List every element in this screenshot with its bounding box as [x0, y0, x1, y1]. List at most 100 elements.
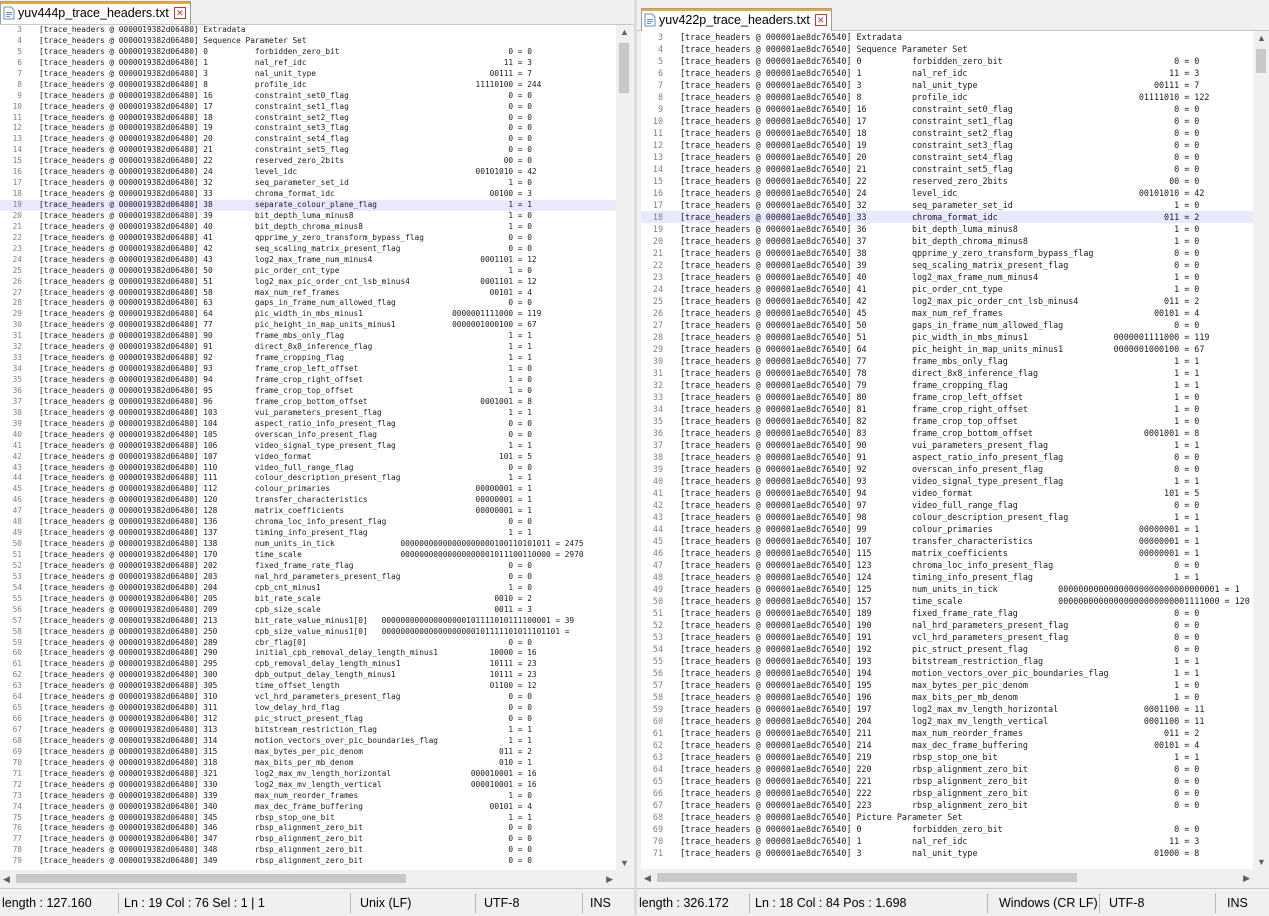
editor-line[interactable]: 44 [trace_headers @ 000001ae8dc76540] 99 … [641, 523, 1253, 535]
editor-line[interactable]: 43 [trace_headers @ 000001ae8dc76540] 98 … [641, 511, 1253, 523]
editor-line[interactable]: 60 [trace_headers @ 000001ae8dc76540] 204… [641, 715, 1253, 727]
editor-line[interactable]: 70 [trace_headers @ 0000019382d06480] 318… [0, 758, 616, 769]
editor-line[interactable]: 53 [trace_headers @ 0000019382d06480] 203… [0, 572, 616, 583]
editor-line[interactable]: 48 [trace_headers @ 000001ae8dc76540] 124… [641, 571, 1253, 583]
editor-line[interactable]: 32 [trace_headers @ 0000019382d06480] 91 … [0, 342, 616, 353]
editor-line[interactable]: 42 [trace_headers @ 000001ae8dc76540] 97 … [641, 499, 1253, 511]
editor-line[interactable]: 35 [trace_headers @ 000001ae8dc76540] 82 … [641, 415, 1253, 427]
editor-line[interactable]: 4 [trace_headers @ 000001ae8dc76540] Sequ… [641, 43, 1253, 55]
editor-line[interactable]: 39 [trace_headers @ 0000019382d06480] 104… [0, 419, 616, 430]
editor-line[interactable]: 39 [trace_headers @ 000001ae8dc76540] 92 … [641, 463, 1253, 475]
editor-line[interactable]: 59 [trace_headers @ 000001ae8dc76540] 197… [641, 703, 1253, 715]
editor-line[interactable]: 9 [trace_headers @ 0000019382d06480] 16 c… [0, 91, 616, 102]
editor-line[interactable]: 71 [trace_headers @ 000001ae8dc76540] 3 n… [641, 847, 1253, 859]
editor-line[interactable]: 55 [trace_headers @ 0000019382d06480] 205… [0, 594, 616, 605]
editor-line[interactable]: 47 [trace_headers @ 0000019382d06480] 128… [0, 506, 616, 517]
editor-line[interactable]: 46 [trace_headers @ 0000019382d06480] 120… [0, 495, 616, 506]
editor-line[interactable]: 26 [trace_headers @ 0000019382d06480] 51 … [0, 277, 616, 288]
editor-line[interactable]: 19 [trace_headers @ 000001ae8dc76540] 36 … [641, 223, 1253, 235]
editor-line[interactable]: 21 [trace_headers @ 000001ae8dc76540] 38 … [641, 247, 1253, 259]
editor-line[interactable]: 49 [trace_headers @ 000001ae8dc76540] 125… [641, 583, 1253, 595]
editor-line[interactable]: 17 [trace_headers @ 0000019382d06480] 32 … [0, 178, 616, 189]
editor-line[interactable]: 8 [trace_headers @ 0000019382d06480] 8 pr… [0, 80, 616, 91]
editor-line[interactable]: 36 [trace_headers @ 0000019382d06480] 95 … [0, 386, 616, 397]
editor-line[interactable]: 52 [trace_headers @ 0000019382d06480] 202… [0, 561, 616, 572]
scroll-left-icon[interactable]: ◀ [3, 874, 10, 884]
editor-line[interactable]: 48 [trace_headers @ 0000019382d06480] 136… [0, 517, 616, 528]
editor-line[interactable]: 31 [trace_headers @ 0000019382d06480] 90 … [0, 331, 616, 342]
editor-line[interactable]: 56 [trace_headers @ 000001ae8dc76540] 194… [641, 667, 1253, 679]
editor-line[interactable]: 35 [trace_headers @ 0000019382d06480] 94 … [0, 375, 616, 386]
status-eol[interactable]: Unix (LF) [360, 896, 411, 910]
editor-line[interactable]: 24 [trace_headers @ 000001ae8dc76540] 41 … [641, 283, 1253, 295]
editor-line[interactable]: 30 [trace_headers @ 0000019382d06480] 77 … [0, 320, 616, 331]
close-icon[interactable]: ✕ [814, 14, 827, 26]
editor-line[interactable]: 54 [trace_headers @ 000001ae8dc76540] 192… [641, 643, 1253, 655]
editor-line[interactable]: 12 [trace_headers @ 0000019382d06480] 19 … [0, 123, 616, 134]
editor-line[interactable]: 26 [trace_headers @ 000001ae8dc76540] 45 … [641, 307, 1253, 319]
editor-line[interactable]: 20 [trace_headers @ 0000019382d06480] 39 … [0, 211, 616, 222]
editor-line[interactable]: 66 [trace_headers @ 0000019382d06480] 312… [0, 714, 616, 725]
editor-line[interactable]: 55 [trace_headers @ 000001ae8dc76540] 193… [641, 655, 1253, 667]
editor-line[interactable]: 17 [trace_headers @ 000001ae8dc76540] 32 … [641, 199, 1253, 211]
editor-line[interactable]: 54 [trace_headers @ 0000019382d06480] 204… [0, 583, 616, 594]
editor-line[interactable]: 76 [trace_headers @ 0000019382d06480] 346… [0, 823, 616, 834]
editor-line[interactable]: 66 [trace_headers @ 000001ae8dc76540] 222… [641, 787, 1253, 799]
editor-line[interactable]: 18 [trace_headers @ 0000019382d06480] 33 … [0, 189, 616, 200]
editor-line[interactable]: 44 [trace_headers @ 0000019382d06480] 111… [0, 473, 616, 484]
editor-line[interactable]: 27 [trace_headers @ 000001ae8dc76540] 50 … [641, 319, 1253, 331]
editor-line[interactable]: 53 [trace_headers @ 000001ae8dc76540] 191… [641, 631, 1253, 643]
editor-line[interactable]: 51 [trace_headers @ 0000019382d06480] 170… [0, 550, 616, 561]
editor-line[interactable]: 19 [trace_headers @ 0000019382d06480] 38 … [0, 200, 616, 211]
horizontal-scrollbar[interactable]: ◀ ▶ [0, 870, 616, 887]
scroll-up-icon[interactable]: ▲ [1257, 33, 1266, 43]
text-editor[interactable]: 3 [trace_headers @ 000001ae8dc76540] Extr… [641, 31, 1253, 869]
editor-line[interactable]: 46 [trace_headers @ 000001ae8dc76540] 115… [641, 547, 1253, 559]
scroll-down-icon[interactable]: ▼ [620, 858, 629, 868]
text-editor[interactable]: 3 [trace_headers @ 0000019382d06480] Extr… [0, 25, 616, 870]
scrollbar-thumb[interactable] [16, 874, 406, 883]
editor-line[interactable]: 33 [trace_headers @ 000001ae8dc76540] 80 … [641, 391, 1253, 403]
editor-line[interactable]: 4 [trace_headers @ 0000019382d06480] Sequ… [0, 36, 616, 47]
editor-line[interactable]: 14 [trace_headers @ 000001ae8dc76540] 21 … [641, 163, 1253, 175]
editor-line[interactable]: 78 [trace_headers @ 0000019382d06480] 348… [0, 845, 616, 856]
editor-line[interactable]: 12 [trace_headers @ 000001ae8dc76540] 19 … [641, 139, 1253, 151]
editor-line[interactable]: 29 [trace_headers @ 0000019382d06480] 64 … [0, 309, 616, 320]
editor-line[interactable]: 15 [trace_headers @ 0000019382d06480] 22 … [0, 156, 616, 167]
editor-line[interactable]: 18 [trace_headers @ 000001ae8dc76540] 33 … [641, 211, 1253, 223]
editor-line[interactable]: 37 [trace_headers @ 000001ae8dc76540] 90 … [641, 439, 1253, 451]
editor-line[interactable]: 68 [trace_headers @ 000001ae8dc76540] Pic… [641, 811, 1253, 823]
editor-line[interactable]: 29 [trace_headers @ 000001ae8dc76540] 64 … [641, 343, 1253, 355]
editor-line[interactable]: 62 [trace_headers @ 0000019382d06480] 300… [0, 670, 616, 681]
editor-line[interactable]: 52 [trace_headers @ 000001ae8dc76540] 190… [641, 619, 1253, 631]
editor-line[interactable]: 11 [trace_headers @ 000001ae8dc76540] 18 … [641, 127, 1253, 139]
editor-line[interactable]: 41 [trace_headers @ 000001ae8dc76540] 94 … [641, 487, 1253, 499]
editor-line[interactable]: 23 [trace_headers @ 0000019382d06480] 42 … [0, 244, 616, 255]
editor-line[interactable]: 56 [trace_headers @ 0000019382d06480] 209… [0, 605, 616, 616]
status-eol[interactable]: Windows (CR LF) [999, 896, 1098, 910]
editor-line[interactable]: 43 [trace_headers @ 0000019382d06480] 110… [0, 463, 616, 474]
editor-line[interactable]: 3 [trace_headers @ 000001ae8dc76540] Extr… [641, 31, 1253, 43]
scrollbar-thumb[interactable] [619, 43, 629, 93]
tab-yuv422p[interactable]: yuv422p_trace_headers.txt ✕ [641, 8, 832, 31]
editor-line[interactable]: 36 [trace_headers @ 000001ae8dc76540] 83 … [641, 427, 1253, 439]
editor-line[interactable]: 37 [trace_headers @ 0000019382d06480] 96 … [0, 397, 616, 408]
editor-line[interactable]: 40 [trace_headers @ 000001ae8dc76540] 93 … [641, 475, 1253, 487]
editor-line[interactable]: 5 [trace_headers @ 000001ae8dc76540] 0 fo… [641, 55, 1253, 67]
editor-line[interactable]: 62 [trace_headers @ 000001ae8dc76540] 214… [641, 739, 1253, 751]
editor-line[interactable]: 50 [trace_headers @ 0000019382d06480] 138… [0, 539, 616, 550]
editor-line[interactable]: 11 [trace_headers @ 0000019382d06480] 18 … [0, 113, 616, 124]
editor-line[interactable]: 75 [trace_headers @ 0000019382d06480] 345… [0, 813, 616, 824]
editor-line[interactable]: 63 [trace_headers @ 000001ae8dc76540] 219… [641, 751, 1253, 763]
editor-line[interactable]: 27 [trace_headers @ 0000019382d06480] 58 … [0, 288, 616, 299]
editor-line[interactable]: 40 [trace_headers @ 0000019382d06480] 105… [0, 430, 616, 441]
editor-line[interactable]: 69 [trace_headers @ 0000019382d06480] 315… [0, 747, 616, 758]
editor-line[interactable]: 9 [trace_headers @ 000001ae8dc76540] 16 c… [641, 103, 1253, 115]
editor-line[interactable]: 31 [trace_headers @ 000001ae8dc76540] 78 … [641, 367, 1253, 379]
editor-line[interactable]: 13 [trace_headers @ 0000019382d06480] 20 … [0, 134, 616, 145]
editor-line[interactable]: 38 [trace_headers @ 000001ae8dc76540] 91 … [641, 451, 1253, 463]
editor-line[interactable]: 23 [trace_headers @ 000001ae8dc76540] 40 … [641, 271, 1253, 283]
editor-line[interactable]: 63 [trace_headers @ 0000019382d06480] 305… [0, 681, 616, 692]
editor-line[interactable]: 45 [trace_headers @ 000001ae8dc76540] 107… [641, 535, 1253, 547]
scrollbar-thumb[interactable] [657, 873, 1077, 882]
